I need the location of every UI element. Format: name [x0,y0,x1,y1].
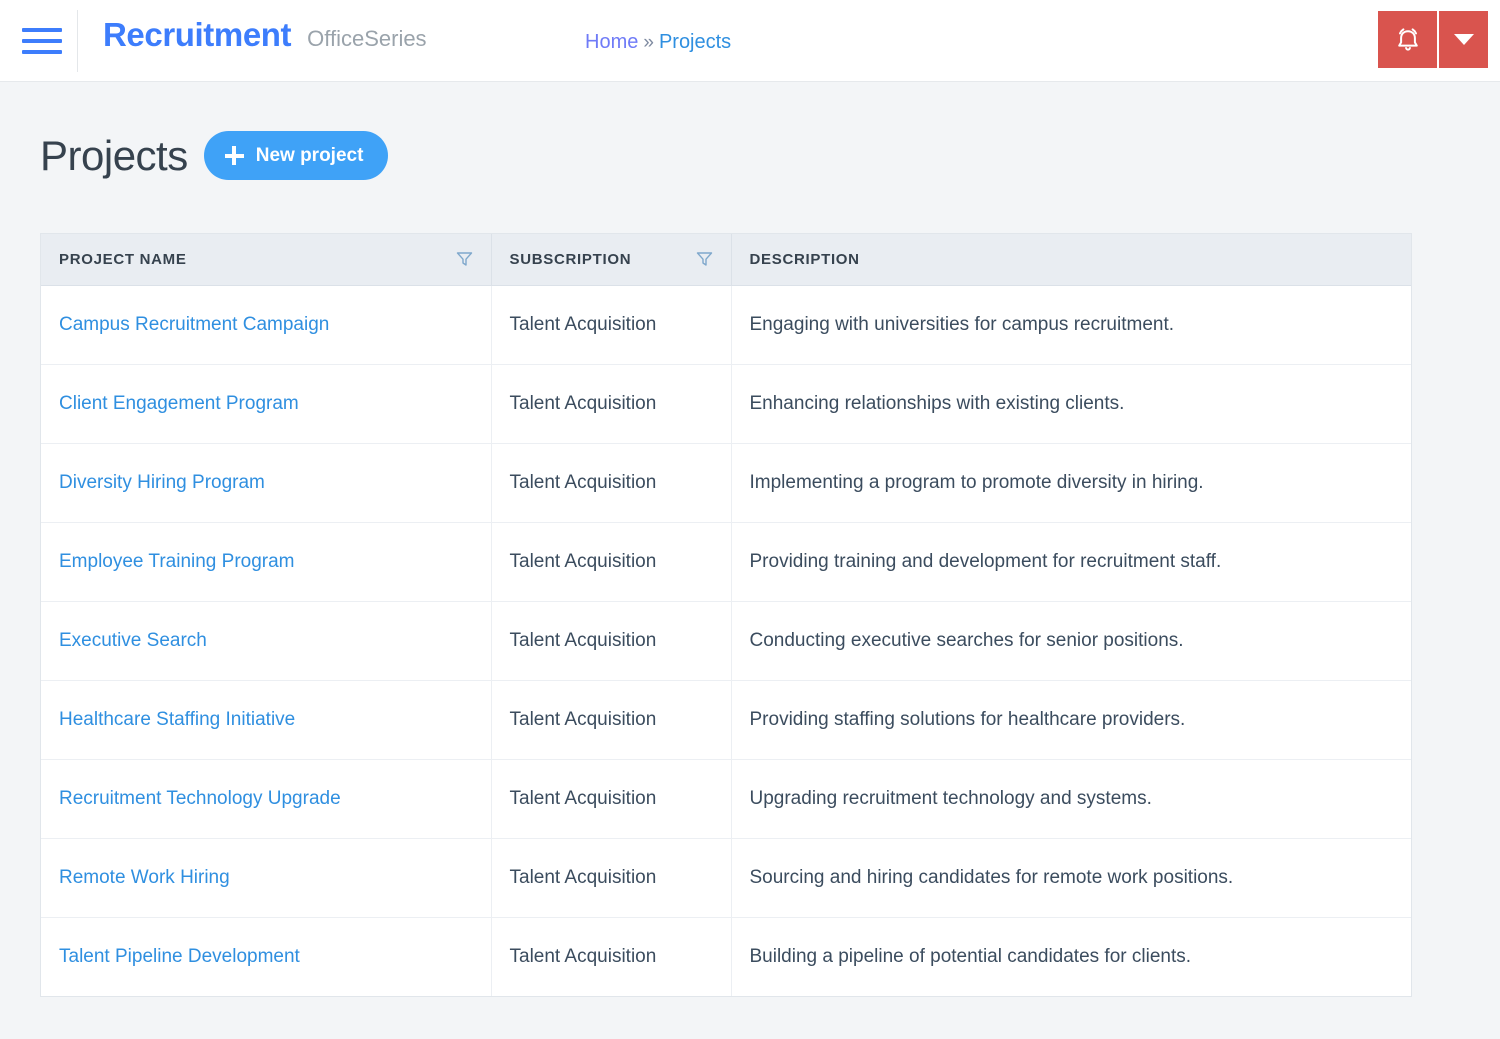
chevron-down-icon [1454,34,1474,45]
column-header-description[interactable]: DESCRIPTION [731,234,1411,285]
cell-description: Engaging with universities for campus re… [731,285,1411,364]
cell-project-name: Talent Pipeline Development [41,917,491,996]
breadcrumb-item-home[interactable]: Home [585,31,638,54]
project-name-link[interactable]: Employee Training Program [59,551,295,572]
new-project-button[interactable]: New project [204,131,389,180]
cell-description: Building a pipeline of potential candida… [731,917,1411,996]
project-name-link[interactable]: Remote Work Hiring [59,867,230,888]
column-header-label: SUBSCRIPTION [510,251,632,268]
cell-subscription: Talent Acquisition [491,838,731,917]
cell-project-name: Client Engagement Program [41,364,491,443]
cell-subscription: Talent Acquisition [491,285,731,364]
page-header: Projects New project [40,131,388,180]
brand-logo[interactable]: Recruitment OfficeSeries [103,18,427,51]
cell-subscription: Talent Acquisition [491,680,731,759]
project-name-link[interactable]: Executive Search [59,630,207,651]
breadcrumb: Home » Projects [585,31,731,54]
project-name-link[interactable]: Healthcare Staffing Initiative [59,709,295,730]
table-row: Campus Recruitment Campaign Talent Acquis… [41,285,1411,364]
project-name-link[interactable]: Talent Pipeline Development [59,946,300,967]
cell-project-name: Employee Training Program [41,522,491,601]
table-row: Talent Pipeline Development Talent Acquis… [41,917,1411,996]
filter-funnel-icon[interactable] [456,251,473,267]
table-row: Employee Training Program Talent Acquisit… [41,522,1411,601]
project-name-link[interactable]: Diversity Hiring Program [59,472,265,493]
table-row: Remote Work Hiring Talent AcquisitionSour… [41,838,1411,917]
table-header-row: PROJECT NAME SUBSCRIPTION [41,234,1411,285]
column-header-label: DESCRIPTION [750,251,860,268]
cell-project-name: Healthcare Staffing Initiative [41,680,491,759]
cell-subscription: Talent Acquisition [491,601,731,680]
table-row: Executive Search Talent AcquisitionConduc… [41,601,1411,680]
projects-table-container: PROJECT NAME SUBSCRIPTION [40,233,1412,997]
outer-scrollbar-track[interactable] [1477,82,1493,975]
cell-project-name: Remote Work Hiring [41,838,491,917]
cell-description: Providing staffing solutions for healthc… [731,680,1411,759]
cell-subscription: Talent Acquisition [491,443,731,522]
new-project-button-label: New project [256,145,364,167]
breadcrumb-separator-icon: » [641,32,656,54]
notification-bell-button[interactable] [1378,11,1437,68]
column-header-label: PROJECT NAME [59,251,187,268]
cell-subscription: Talent Acquisition [491,364,731,443]
bell-icon [1393,25,1423,55]
cell-subscription: Talent Acquisition [491,522,731,601]
breadcrumb-item-projects[interactable]: Projects [659,31,731,54]
table-head: PROJECT NAME SUBSCRIPTION [41,234,1411,285]
cell-project-name: Diversity Hiring Program [41,443,491,522]
table-row: Healthcare Staffing Initiative Talent Acq… [41,680,1411,759]
cell-description: Providing training and development for r… [731,522,1411,601]
table-row: Diversity Hiring Program Talent Acquisiti… [41,443,1411,522]
cell-subscription: Talent Acquisition [491,917,731,996]
cell-description: Enhancing relationships with existing cl… [731,364,1411,443]
cell-description: Conducting executive searches for senior… [731,601,1411,680]
hamburger-bar [22,50,62,54]
page-title: Projects [40,135,188,177]
inner-scrollbar-track[interactable] [1442,82,1457,975]
cell-project-name: Recruitment Technology Upgrade [41,759,491,838]
page-content: Projects New project PROJECT NAME [0,82,1436,975]
notification-button-group [1378,11,1488,68]
projects-table: PROJECT NAME SUBSCRIPTION [41,234,1411,996]
table-body: Campus Recruitment Campaign Talent Acquis… [41,285,1411,996]
project-name-link[interactable]: Recruitment Technology Upgrade [59,788,341,809]
brand-subtitle: OfficeSeries [307,28,426,50]
project-name-link[interactable]: Client Engagement Program [59,393,299,414]
brand-title: Recruitment [103,18,291,51]
cell-description: Sourcing and hiring candidates for remot… [731,838,1411,917]
hamburger-bar [22,28,62,32]
plus-icon [225,146,244,165]
column-header-project-name[interactable]: PROJECT NAME [41,234,491,285]
filter-funnel-icon[interactable] [696,251,713,267]
cell-project-name: Campus Recruitment Campaign [41,285,491,364]
top-header-bar: Recruitment OfficeSeries Home » Projects [0,0,1500,82]
hamburger-bar [22,39,62,43]
cell-description: Upgrading recruitment technology and sys… [731,759,1411,838]
cell-project-name: Executive Search [41,601,491,680]
cell-subscription: Talent Acquisition [491,759,731,838]
table-row: Recruitment Technology Upgrade Talent Acq… [41,759,1411,838]
table-row: Client Engagement Program Talent Acquisit… [41,364,1411,443]
project-name-link[interactable]: Campus Recruitment Campaign [59,314,329,335]
column-header-subscription[interactable]: SUBSCRIPTION [491,234,731,285]
header-divider [77,10,78,72]
hamburger-menu-icon[interactable] [22,24,62,58]
cell-description: Implementing a program to promote divers… [731,443,1411,522]
notification-dropdown-button[interactable] [1437,11,1488,68]
